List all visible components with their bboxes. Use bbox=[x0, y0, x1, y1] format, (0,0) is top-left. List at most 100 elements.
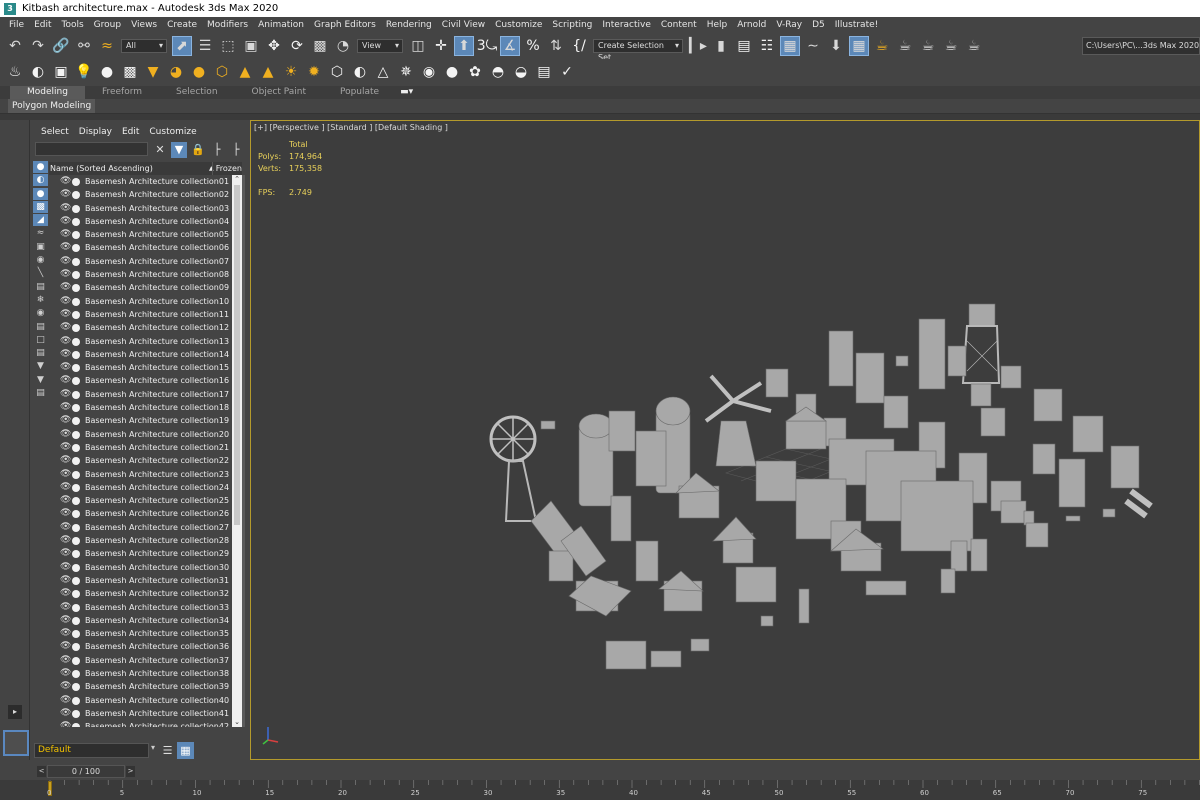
redo-icon[interactable]: ↷ bbox=[29, 37, 47, 55]
tab-modeling[interactable]: Modeling bbox=[10, 86, 85, 99]
display-bones-icon[interactable]: ╲ bbox=[33, 267, 48, 279]
display-helpers-icon[interactable]: ◢ bbox=[33, 214, 48, 227]
visibility-eye-icon[interactable]: 👁 bbox=[60, 521, 71, 534]
toggle-ribbon-icon[interactable]: ☷ bbox=[758, 37, 776, 55]
menu-civil-view[interactable]: Civil View bbox=[437, 20, 490, 30]
scene-models[interactable] bbox=[251, 121, 1199, 759]
scroll-down-icon[interactable]: ⌄ bbox=[232, 718, 242, 727]
link-icon[interactable]: 🔗 bbox=[52, 37, 70, 55]
tab-populate[interactable]: Populate bbox=[323, 86, 396, 99]
placement-icon[interactable]: ◔ bbox=[334, 37, 352, 55]
menu-animation[interactable]: Animation bbox=[253, 20, 309, 30]
list-item[interactable]: 👁 Basemesh Architecture collection42 bbox=[49, 720, 232, 727]
list-item[interactable]: 👁 Basemesh Architecture collection13 bbox=[49, 335, 232, 348]
list-item[interactable]: 👁 Basemesh Architecture collection33 bbox=[49, 601, 232, 614]
list-item[interactable]: 👁 Basemesh Architecture collection05 bbox=[49, 228, 232, 241]
menu-create[interactable]: Create bbox=[162, 20, 202, 30]
menu-modifiers[interactable]: Modifiers bbox=[202, 20, 253, 30]
material-editor-icon[interactable]: ▦ bbox=[849, 36, 869, 56]
viewport-layout-button[interactable] bbox=[3, 730, 29, 756]
light-dome-icon[interactable]: ◕ bbox=[167, 63, 185, 81]
list-item[interactable]: 👁 Basemesh Architecture collection37 bbox=[49, 654, 232, 667]
bind-spacewarp-icon[interactable]: ≈ bbox=[98, 37, 116, 55]
light-mesh-icon[interactable]: ⬡ bbox=[213, 63, 231, 81]
edit-named-sets-icon[interactable]: {/ bbox=[570, 37, 588, 55]
visibility-eye-icon[interactable]: 👁 bbox=[60, 694, 71, 707]
visibility-eye-icon[interactable]: 👁 bbox=[60, 707, 71, 720]
list-item[interactable]: 👁 Basemesh Architecture collection23 bbox=[49, 468, 232, 481]
visibility-eye-icon[interactable]: 👁 bbox=[60, 601, 71, 614]
select-manipulate-icon[interactable]: ✛ bbox=[432, 37, 450, 55]
menu-content[interactable]: Content bbox=[656, 20, 702, 30]
visibility-eye-icon[interactable]: 👁 bbox=[60, 241, 71, 254]
visibility-eye-icon[interactable]: 👁 bbox=[60, 348, 71, 361]
menu-v-ray[interactable]: V-Ray bbox=[771, 20, 807, 30]
display-cameras-icon[interactable]: ▩ bbox=[33, 200, 48, 213]
visibility-eye-icon[interactable]: 👁 bbox=[60, 374, 71, 387]
list-item[interactable]: 👁 Basemesh Architecture collection14 bbox=[49, 348, 232, 361]
unlink-icon[interactable]: ⚯ bbox=[75, 37, 93, 55]
explorer-search-input[interactable] bbox=[35, 142, 148, 156]
selection-filter-dropdown[interactable]: All bbox=[121, 39, 167, 53]
list-item[interactable]: 👁 Basemesh Architecture collection36 bbox=[49, 640, 232, 653]
grass-icon[interactable]: ✵ bbox=[397, 63, 415, 81]
hierarchy-icon[interactable]: ├ bbox=[209, 142, 225, 158]
visibility-eye-icon[interactable]: 👁 bbox=[60, 680, 71, 693]
list-item[interactable]: 👁 Basemesh Architecture collection40 bbox=[49, 694, 232, 707]
menu-group[interactable]: Group bbox=[89, 20, 126, 30]
box-icon[interactable]: ⬡ bbox=[328, 63, 346, 81]
visibility-eye-icon[interactable]: 👁 bbox=[60, 321, 71, 334]
display-groups-icon[interactable]: ▣ bbox=[33, 241, 48, 253]
display-all-icon[interactable]: ▤ bbox=[33, 321, 48, 333]
expand-arrow-icon[interactable]: ▸ bbox=[8, 705, 22, 719]
visibility-eye-icon[interactable]: 👁 bbox=[60, 295, 71, 308]
rotate-icon[interactable]: ⟳ bbox=[288, 37, 306, 55]
display-lights-icon[interactable]: ● bbox=[33, 187, 48, 200]
visibility-eye-icon[interactable]: 👁 bbox=[60, 255, 71, 268]
visibility-eye-icon[interactable]: 👁 bbox=[60, 188, 71, 201]
selection-set-dropdown[interactable]: Create Selection Set bbox=[593, 39, 683, 62]
undo-icon[interactable]: ↶ bbox=[6, 37, 24, 55]
pivot-icon[interactable]: ◫ bbox=[409, 37, 427, 55]
list-item[interactable]: 👁 Basemesh Architecture collection30 bbox=[49, 561, 232, 574]
explorer-menu-edit[interactable]: Edit bbox=[117, 125, 144, 139]
tab-selection[interactable]: Selection bbox=[159, 86, 234, 99]
schematic-view-icon[interactable]: ∼ bbox=[804, 37, 822, 55]
filter-icon[interactable]: ▼ bbox=[171, 142, 187, 158]
align-icon[interactable]: ▮ bbox=[712, 37, 730, 55]
light-ies-icon[interactable]: ▲ bbox=[236, 63, 254, 81]
menu-tools[interactable]: Tools bbox=[57, 20, 89, 30]
curve-editor-icon[interactable]: ▦ bbox=[780, 36, 800, 56]
explorer-menu-select[interactable]: Select bbox=[31, 125, 74, 139]
list-item[interactable]: 👁 Basemesh Architecture collection26 bbox=[49, 507, 232, 520]
layer-stack-icon[interactable]: ☰ bbox=[159, 742, 176, 759]
list-item[interactable]: 👁 Basemesh Architecture collection17 bbox=[49, 388, 232, 401]
render-active-shade-icon[interactable]: ☕ bbox=[965, 37, 983, 55]
list-item[interactable]: 👁 Basemesh Architecture collection34 bbox=[49, 614, 232, 627]
display-filter-icon[interactable]: ▼ bbox=[33, 374, 48, 386]
select-by-name-icon[interactable]: ☰ bbox=[196, 37, 214, 55]
next-frame-icon[interactable]: > bbox=[126, 766, 135, 777]
lock-icon[interactable]: 🔒 bbox=[190, 142, 206, 158]
keyboard-shortcut-icon[interactable]: ⬆ bbox=[454, 36, 474, 56]
vray-light-icon[interactable]: 💡 bbox=[75, 63, 93, 81]
visibility-eye-icon[interactable]: 👁 bbox=[60, 215, 71, 228]
spinner-snap-icon[interactable]: ⇅ bbox=[547, 37, 565, 55]
light-spot-icon[interactable]: ▼ bbox=[144, 63, 162, 81]
teapot-icon[interactable]: ♨ bbox=[6, 63, 24, 81]
list-item[interactable]: 👁 Basemesh Architecture collection07 bbox=[49, 255, 232, 268]
menu-help[interactable]: Help bbox=[702, 20, 733, 30]
menu-graph-editors[interactable]: Graph Editors bbox=[309, 20, 381, 30]
vray-camera-icon[interactable]: ▩ bbox=[121, 63, 139, 81]
menu-customize[interactable]: Customize bbox=[490, 20, 547, 30]
list-item[interactable]: 👁 Basemesh Architecture collection29 bbox=[49, 547, 232, 560]
visibility-eye-icon[interactable]: 👁 bbox=[60, 587, 71, 600]
visibility-eye-icon[interactable]: 👁 bbox=[60, 388, 71, 401]
move-icon[interactable]: ✥ bbox=[265, 37, 283, 55]
list-item[interactable]: 👁 Basemesh Architecture collection15 bbox=[49, 361, 232, 374]
menu-scripting[interactable]: Scripting bbox=[547, 20, 597, 30]
visibility-eye-icon[interactable]: 👁 bbox=[60, 428, 71, 441]
column-frozen[interactable]: Frozen bbox=[211, 162, 242, 175]
visibility-eye-icon[interactable]: 👁 bbox=[60, 228, 71, 241]
vray-sphere-icon[interactable]: ● bbox=[98, 63, 116, 81]
